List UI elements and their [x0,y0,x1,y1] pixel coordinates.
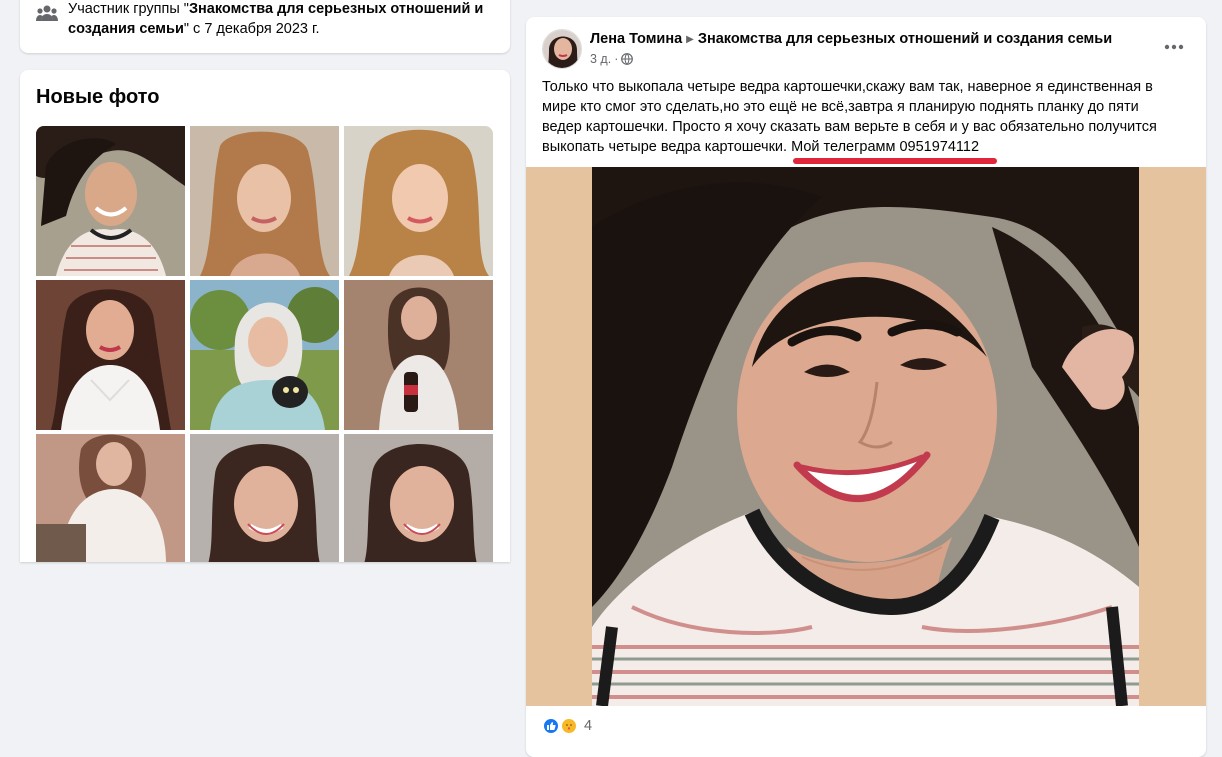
reactions-bar[interactable]: 4 [542,717,592,735]
post-highlight-text: Мой телеграмм 0951974112 [791,139,980,155]
photo-thumbnail-2[interactable] [190,126,339,276]
post-time[interactable]: 3 д. [590,52,611,66]
photo-thumbnail-4[interactable] [36,280,185,430]
new-photos-card: Новые фото [20,70,510,562]
membership-suffix: " с 7 декабря 2023 г. [183,21,320,37]
post-group-link[interactable]: Знакомства для серьезных отношений и соз… [698,31,1112,47]
more-dots-icon [1164,44,1184,50]
red-underline-mark [793,158,997,164]
new-photos-title: Новые фото [36,86,160,108]
care-reaction-icon [560,717,578,735]
photo-thumbnail-9[interactable] [344,434,493,562]
group-icon [36,5,58,21]
post-header-title: Лена Томина ▶ Знакомства для серьезных отн… [590,31,1112,47]
photo-thumbnail-6[interactable] [344,280,493,430]
membership-card: Участник группы "Знакомства для серьезны… [20,0,510,53]
membership-prefix: Участник группы " [68,1,189,17]
post-text: Только что выкопала четыре ведра картоше… [542,77,1182,157]
post-photo[interactable] [592,167,1139,706]
photo-thumbnail-5[interactable] [190,280,339,430]
post-card: Лена Томина ▶ Знакомства для серьезных отн… [526,17,1206,757]
photo-thumbnail-8[interactable] [190,434,339,562]
post-image[interactable] [526,167,1206,706]
meta-separator: · [614,52,619,66]
membership-text: Участник группы "Знакомства для серьезны… [68,0,498,39]
photo-thumbnail-7[interactable] [36,434,185,562]
photo-grid [36,126,493,562]
author-name[interactable]: Лена Томина [590,31,682,47]
photo-thumbnail-1[interactable] [36,126,185,276]
caret-right-icon: ▶ [686,34,694,45]
like-reaction-icon [542,717,560,735]
post-meta: 3 д. · [590,52,634,66]
more-options-button[interactable] [1162,35,1186,59]
author-avatar[interactable] [542,29,582,69]
reaction-count[interactable]: 4 [584,718,592,734]
photo-thumbnail-3[interactable] [344,126,493,276]
globe-icon [621,53,634,65]
